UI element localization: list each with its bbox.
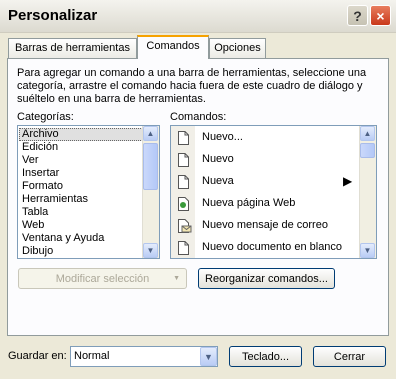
close-window-button[interactable]: × bbox=[370, 5, 391, 26]
category-item[interactable]: Tabla bbox=[19, 206, 143, 219]
tab-label: Opciones bbox=[214, 42, 261, 54]
scroll-down-icon[interactable]: ▼ bbox=[143, 243, 158, 258]
blank-document-icon bbox=[178, 175, 189, 189]
save-in-label: Guardar en: bbox=[8, 350, 67, 362]
category-item[interactable]: Ventana y Ayuda bbox=[19, 232, 143, 245]
dialog-title: Personalizar bbox=[8, 7, 98, 24]
scroll-up-icon[interactable]: ▲ bbox=[360, 126, 375, 141]
blank-document-icon bbox=[178, 241, 189, 255]
title-bar: Personalizar ? × bbox=[0, 0, 396, 33]
button-label: Teclado... bbox=[241, 351, 290, 363]
command-label: Nueva bbox=[202, 175, 234, 187]
button-label: Reorganizar comandos... bbox=[205, 273, 328, 285]
commands-label: Comandos: bbox=[170, 111, 227, 123]
command-label: Nueva página Web bbox=[202, 197, 296, 209]
modify-selection-button[interactable]: Modificar selección ▼ bbox=[18, 268, 187, 289]
scroll-thumb[interactable] bbox=[143, 143, 158, 190]
command-item[interactable]: Nuevo documento en blanco bbox=[171, 237, 361, 258]
category-item[interactable]: Insertar bbox=[19, 167, 143, 180]
button-label: Cerrar bbox=[333, 351, 366, 363]
blank-document-icon bbox=[178, 131, 189, 145]
help-icon: ? bbox=[353, 7, 362, 24]
commands-list[interactable]: Nuevo... Nuevo Nueva ▶ Nueva página Web Nuevo… bbox=[170, 125, 377, 259]
category-item[interactable]: Herramientas bbox=[19, 193, 143, 206]
tab-opciones[interactable]: Opciones bbox=[209, 38, 266, 58]
command-label: Nuevo bbox=[202, 153, 234, 165]
close-icon: × bbox=[376, 7, 385, 24]
categories-label: Categorías: bbox=[17, 111, 74, 123]
scroll-thumb[interactable] bbox=[360, 143, 375, 158]
category-item[interactable]: Web bbox=[19, 219, 143, 232]
command-item[interactable]: Nuevo mensaje de correo bbox=[171, 215, 361, 237]
command-item[interactable]: Nueva ▶ bbox=[171, 171, 361, 193]
rearrange-commands-button[interactable]: Reorganizar comandos... bbox=[198, 268, 335, 289]
blank-document-icon bbox=[178, 153, 189, 167]
chevron-down-icon[interactable]: ▼ bbox=[200, 347, 217, 366]
email-message-icon bbox=[178, 219, 192, 233]
command-label: Nuevo documento en blanco bbox=[202, 241, 343, 253]
category-item[interactable]: Formato bbox=[19, 180, 143, 193]
command-label: Nuevo mensaje de correo bbox=[202, 219, 328, 231]
tab-barras-de-herramientas[interactable]: Barras de herramientas bbox=[8, 38, 137, 58]
scroll-down-icon[interactable]: ▼ bbox=[360, 243, 375, 258]
button-label: Modificar selección bbox=[55, 273, 150, 285]
tab-comandos[interactable]: Comandos bbox=[137, 35, 209, 59]
keyboard-button[interactable]: Teclado... bbox=[229, 346, 302, 367]
close-button[interactable]: Cerrar bbox=[313, 346, 386, 367]
categories-list[interactable]: Archivo Edición Ver Insertar Formato Herramie… bbox=[17, 125, 160, 259]
tab-label: Comandos bbox=[146, 40, 200, 52]
category-item[interactable]: Dibujo bbox=[19, 245, 143, 258]
save-in-combo[interactable]: Normal ▼ bbox=[70, 346, 218, 367]
category-item[interactable]: Ver bbox=[19, 154, 143, 167]
web-page-icon bbox=[178, 197, 189, 211]
command-item[interactable]: Nuevo bbox=[171, 149, 361, 171]
dropdown-arrow-icon: ▼ bbox=[173, 275, 180, 282]
command-item[interactable]: Nueva página Web bbox=[171, 193, 361, 215]
category-item[interactable]: Archivo bbox=[19, 128, 143, 141]
category-item[interactable]: Edición bbox=[19, 141, 143, 154]
save-in-value: Normal bbox=[74, 350, 110, 362]
categories-scrollbar[interactable]: ▲ ▼ bbox=[142, 126, 159, 258]
help-button[interactable]: ? bbox=[347, 5, 368, 26]
instructions-text: Para agregar un comando a una barra de h… bbox=[17, 67, 367, 105]
command-label: Nuevo... bbox=[202, 131, 243, 143]
command-item[interactable]: Nuevo... bbox=[171, 127, 361, 149]
submenu-arrow-icon: ▶ bbox=[343, 174, 353, 188]
commands-scrollbar[interactable]: ▲ ▼ bbox=[359, 126, 376, 258]
scroll-up-icon[interactable]: ▲ bbox=[143, 126, 158, 141]
tab-label: Barras de herramientas bbox=[15, 42, 130, 54]
